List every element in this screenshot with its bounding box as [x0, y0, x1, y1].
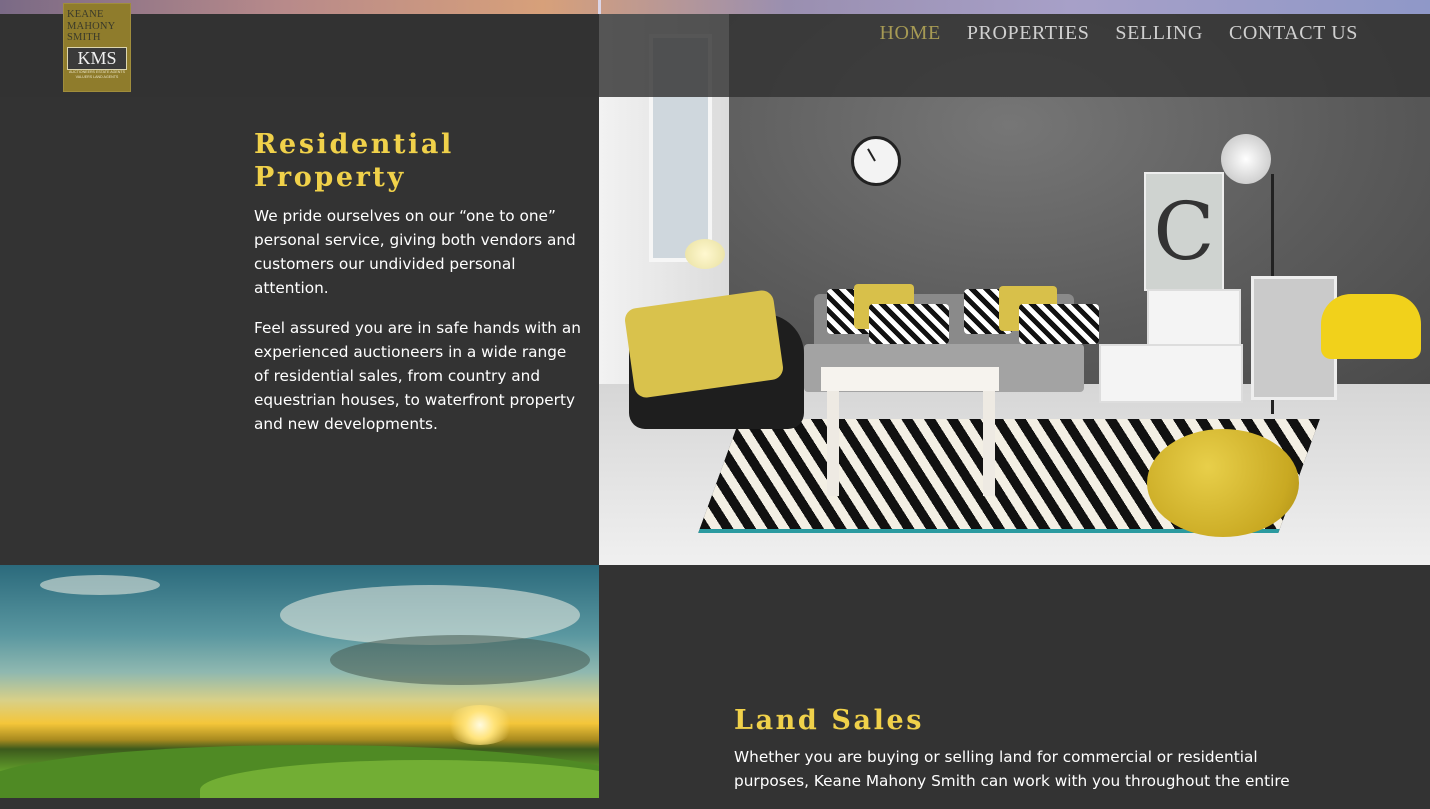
land-paragraph: Whether you are buying or selling land f…: [734, 748, 1290, 790]
nav-selling[interactable]: SELLING: [1115, 22, 1203, 45]
sky-strip: [0, 0, 1430, 14]
photo-table: [821, 367, 999, 391]
residential-title-line: Residential: [254, 129, 454, 160]
logo-mark: KMS: [67, 46, 127, 70]
landscape-photo: [0, 565, 599, 798]
residential-section: Residential Property We pride ourselves …: [254, 128, 584, 452]
photo-table-leg: [983, 391, 995, 496]
main-nav: HOME PROPERTIES SELLING CONTACT US: [880, 22, 1358, 45]
residential-title-line: Property: [254, 162, 406, 193]
nav-home[interactable]: HOME: [880, 22, 941, 45]
photo-pillow: [869, 304, 949, 344]
logo-line: KEANE: [67, 9, 104, 20]
land-section: Land Sales Whether you are buying or sel…: [734, 704, 1294, 809]
nav-properties[interactable]: PROPERTIES: [967, 22, 1090, 45]
photo-yellow-chair: [1321, 294, 1421, 359]
residential-title: Residential Property: [254, 128, 584, 194]
logo-tagline: VALUERS LAND AGENTS: [75, 74, 119, 79]
sky-divider: [598, 0, 601, 14]
photo-sun: [445, 705, 515, 745]
logo-tagline: AUCTIONEERS ESTATE AGENTS: [69, 69, 125, 74]
residential-paragraph: Feel assured you are in safe hands with …: [254, 319, 581, 433]
photo-lamp: [1221, 134, 1271, 184]
photo-cloud: [40, 575, 160, 595]
photo-pillow: [1019, 304, 1099, 344]
photo-cloud: [330, 635, 590, 685]
photo-yellow-pouf: [1147, 429, 1299, 537]
logo-line: SMITH: [67, 32, 101, 43]
residential-paragraph: We pride ourselves on our “one to one” p…: [254, 207, 576, 297]
photo-clock: [851, 136, 901, 186]
photo-letter-c: C: [1144, 172, 1224, 291]
photo-crate-top: [1147, 289, 1241, 348]
photo-flowers: [685, 239, 725, 269]
photo-crate: [1099, 344, 1243, 403]
land-title: Land Sales: [734, 705, 925, 736]
logo-line: MAHONY: [67, 20, 116, 32]
site-logo[interactable]: KEANE MAHONY SMITH KMS AUCTIONEERS ESTAT…: [63, 3, 131, 92]
nav-contact-us[interactable]: CONTACT US: [1229, 22, 1358, 45]
photo-table-leg: [827, 391, 839, 496]
